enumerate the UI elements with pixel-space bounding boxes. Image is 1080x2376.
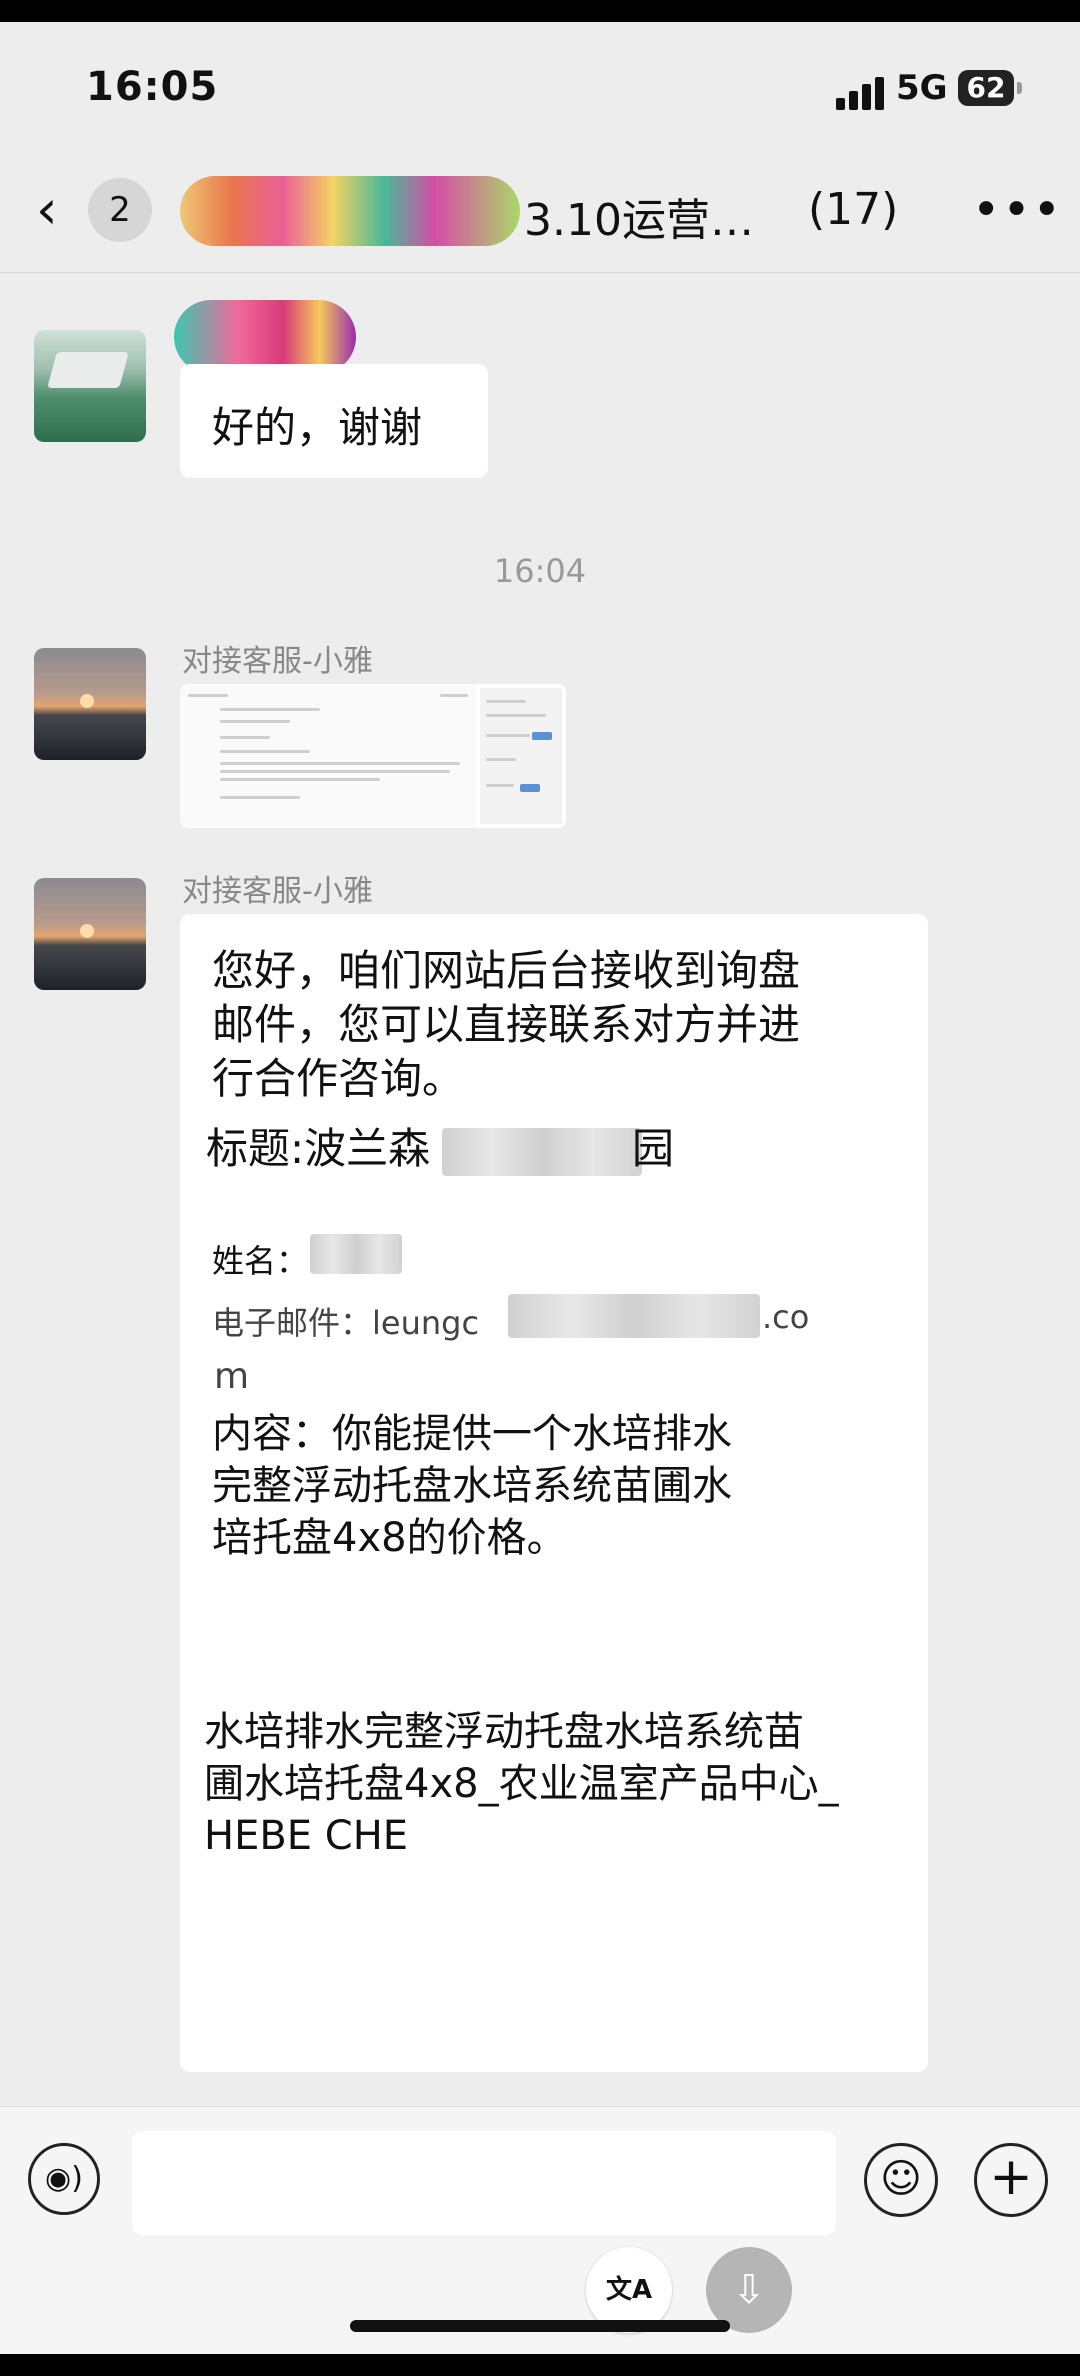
plus-icon[interactable]: + [974, 2143, 1048, 2217]
name-label: 姓名： [212, 1242, 309, 1280]
content-line: 培托盘4x8的价格。 [212, 1515, 567, 1561]
chevron-left-icon[interactable]: ‹ [36, 180, 86, 240]
content-line: 完整浮动托盘水培系统苗圃水 [212, 1463, 732, 1509]
name-redaction [310, 1234, 402, 1274]
more-icon[interactable]: ••• [972, 182, 1063, 238]
content-line: 内容：你能提供一个水培排水 [212, 1411, 732, 1457]
sender-redaction [174, 300, 356, 374]
home-indicator[interactable] [350, 2320, 730, 2332]
network-type: 5G [896, 68, 948, 108]
emoji-icon[interactable]: ☺ [864, 2143, 938, 2217]
message-input[interactable] [132, 2131, 836, 2235]
message-bubble[interactable]: 好的，谢谢 [180, 364, 488, 478]
product-line: 水培排水完整浮动托盘水培系统苗 [204, 1709, 804, 1755]
message-bubble[interactable]: 您好，咱们网站后台接收到询盘 邮件，您可以直接联系对方并进 行合作咨询。 标题:… [180, 914, 928, 2072]
message-line: 行合作咨询。 [212, 1054, 465, 1103]
subject-label: 标题:波兰森 [206, 1124, 431, 1173]
signal-icon [836, 76, 886, 110]
top-frame [0, 0, 1080, 22]
battery-icon: 62 [958, 70, 1014, 106]
product-line: 圃水培托盘4x8_农业温室产品中心_ [204, 1761, 839, 1807]
chat-header: ‹ 2 3.10运营… (17) ••• [0, 154, 1080, 273]
message-line: 您好，咱们网站后台接收到询盘 [212, 946, 801, 995]
title-redaction [180, 176, 520, 246]
email-redaction [508, 1294, 760, 1338]
input-bar: ◉) ☺ + 文A ⇩ [0, 2106, 1080, 2355]
avatar[interactable] [34, 330, 146, 442]
voice-icon[interactable]: ◉) [28, 2143, 100, 2215]
battery-tip [1017, 82, 1022, 94]
message-line: 邮件，您可以直接联系对方并进 [212, 1000, 801, 1049]
avatar[interactable] [34, 648, 146, 760]
product-line: HEBE CHE [204, 1813, 409, 1859]
sender-name: 对接客服-小雅 [182, 644, 373, 679]
chat-title[interactable]: 3.10运营… [524, 184, 754, 248]
unread-badge[interactable]: 2 [88, 178, 152, 242]
sender-name: 对接客服-小雅 [182, 874, 373, 909]
message-timestamp: 16:04 [493, 552, 587, 590]
status-time: 16:05 [86, 64, 219, 110]
status-bar: 16:05 5G 62 [0, 22, 1080, 154]
subject-redaction [442, 1128, 642, 1176]
avatar[interactable] [34, 878, 146, 990]
message-text: 好的，谢谢 [212, 403, 423, 452]
email-wrap: m [214, 1356, 250, 1397]
email-label: 电子邮件：leungc [212, 1304, 480, 1342]
member-count[interactable]: (17) [808, 184, 898, 235]
subject-tail: 园 [632, 1124, 675, 1173]
image-message[interactable] [180, 684, 566, 828]
bottom-frame [0, 2354, 1080, 2376]
email-tail: .co [762, 1298, 810, 1336]
